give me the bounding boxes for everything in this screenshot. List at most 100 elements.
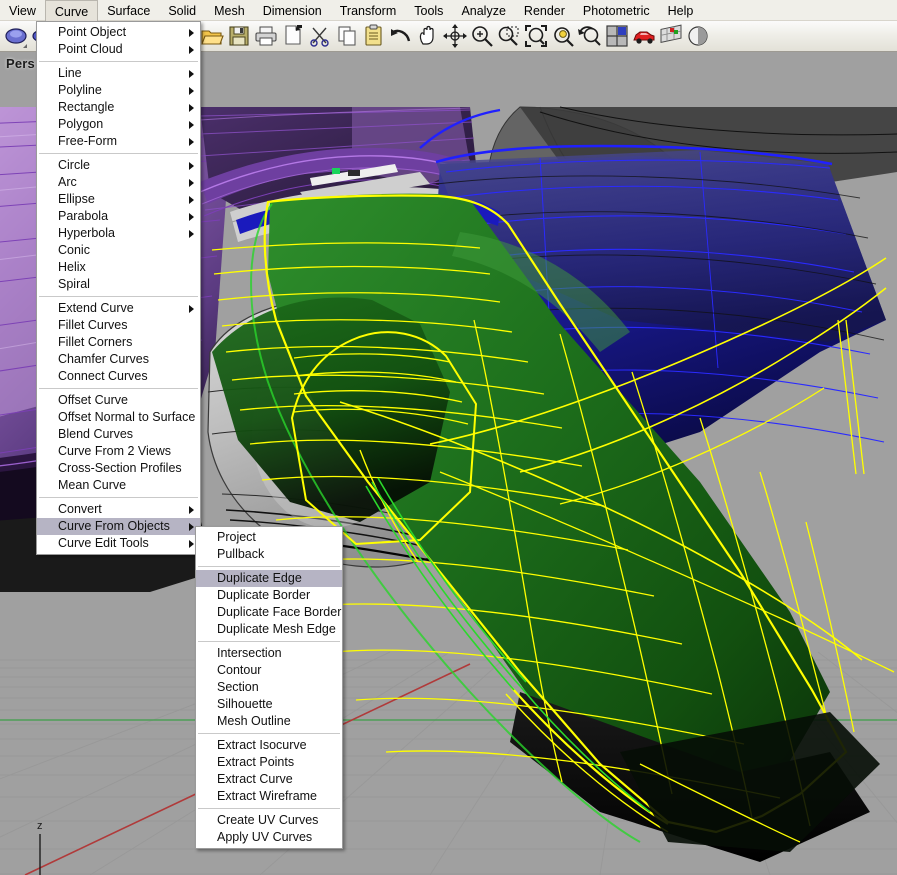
menu-item-free-form[interactable]: Free-Form [37, 133, 200, 150]
axis-label-z: z [37, 820, 43, 832]
menu-item-create-uv-curves[interactable]: Create UV Curves [196, 812, 342, 829]
menu-item-curve-from-objects[interactable]: Curve From Objects [37, 518, 200, 535]
menubar-item-mesh[interactable]: Mesh [205, 0, 254, 21]
menu-item-extract-points[interactable]: Extract Points [196, 754, 342, 771]
menu-item-apply-uv-curves[interactable]: Apply UV Curves [196, 829, 342, 846]
menubar-item-analyze[interactable]: Analyze [452, 0, 514, 21]
toolbar-undo-arrow-icon[interactable] [387, 23, 414, 50]
toolbar-print-icon[interactable] [252, 23, 279, 50]
submenu-arrow-icon [189, 539, 194, 548]
menu-item-arc[interactable]: Arc [37, 174, 200, 191]
menu-item-helix[interactable]: Helix [37, 259, 200, 276]
toolbar-zoom-in-icon[interactable] [468, 23, 495, 50]
submenu-arrow-icon [189, 505, 194, 514]
menu-item-spiral[interactable]: Spiral [37, 276, 200, 293]
menu-item-duplicate-border[interactable]: Duplicate Border [196, 587, 342, 604]
toolbar-zoom-selected-icon[interactable] [549, 23, 576, 50]
menu-item-label: Curve Edit Tools [58, 536, 149, 550]
menu-item-extract-isocurve[interactable]: Extract Isocurve [196, 737, 342, 754]
menu-item-line[interactable]: Line [37, 65, 200, 82]
menu-item-label: Connect Curves [58, 369, 148, 383]
menu-item-extract-curve[interactable]: Extract Curve [196, 771, 342, 788]
toolbar-zoom-extents-icon[interactable] [522, 23, 549, 50]
menu-item-curve-from-2-views[interactable]: Curve From 2 Views [37, 443, 200, 460]
menu-item-curve-edit-tools[interactable]: Curve Edit Tools [37, 535, 200, 552]
menu-item-fillet-curves[interactable]: Fillet Curves [37, 317, 200, 334]
menubar-item-surface[interactable]: Surface [98, 0, 159, 21]
menubar-item-render[interactable]: Render [515, 0, 574, 21]
toolbar-pan-hand-icon[interactable] [414, 23, 441, 50]
toolbar-paste-clipboard-icon[interactable] [360, 23, 387, 50]
menu-item-mean-curve[interactable]: Mean Curve [37, 477, 200, 494]
toolbar-open-folder-icon[interactable] [198, 23, 225, 50]
toolbar-print-preview-icon[interactable] [279, 23, 306, 50]
save-disk-icon [228, 26, 249, 46]
menu-item-ellipse[interactable]: Ellipse [37, 191, 200, 208]
menu-item-offset-curve[interactable]: Offset Curve [37, 392, 200, 409]
toolbar-zoom-previous-icon[interactable] [576, 23, 603, 50]
toolbar-copy-icon[interactable] [333, 23, 360, 50]
toolbar-ellipsoid-icon[interactable] [2, 23, 29, 50]
submenu-arrow-icon [189, 212, 194, 221]
menubar-item-photometric[interactable]: Photometric [574, 0, 659, 21]
zoom-in-icon [471, 26, 493, 47]
toolbar-rotate-view-icon[interactable] [441, 23, 468, 50]
zoom-previous-icon [577, 26, 601, 46]
menu-bar: View Curve Surface Solid Mesh Dimension Transf… [0, 0, 897, 21]
menubar-item-tools[interactable]: Tools [405, 0, 452, 21]
menu-item-circle[interactable]: Circle [37, 157, 200, 174]
undo-arrow-icon [390, 29, 410, 42]
menu-item-connect-curves[interactable]: Connect Curves [37, 368, 200, 385]
menu-item-polygon[interactable]: Polygon [37, 116, 200, 133]
menubar-item-view[interactable]: View [0, 0, 45, 21]
menu-item-label: Circle [58, 158, 90, 172]
menu-item-duplicate-mesh-edge[interactable]: Duplicate Mesh Edge [196, 621, 342, 638]
menu-item-point-object[interactable]: Point Object [37, 24, 200, 41]
toolbar-cut-scissors-icon[interactable] [306, 23, 333, 50]
toolbar-four-viewport-icon[interactable] [603, 23, 630, 50]
submenu-arrow-icon [189, 522, 194, 531]
menu-item-silhouette[interactable]: Silhouette [196, 696, 342, 713]
menu-item-contour[interactable]: Contour [196, 662, 342, 679]
menu-item-label: Curve From Objects [58, 519, 170, 533]
menu-item-rectangle[interactable]: Rectangle [37, 99, 200, 116]
menu-item-chamfer-curves[interactable]: Chamfer Curves [37, 351, 200, 368]
menu-item-label: Section [217, 680, 259, 694]
menu-item-parabola[interactable]: Parabola [37, 208, 200, 225]
menu-separator [39, 153, 198, 154]
menu-item-extract-wireframe[interactable]: Extract Wireframe [196, 788, 342, 805]
menu-item-section[interactable]: Section [196, 679, 342, 696]
menu-item-point-cloud[interactable]: Point Cloud [37, 41, 200, 58]
toolbar-render-car-icon[interactable] [630, 23, 657, 50]
menubar-item-curve[interactable]: Curve [44, 0, 99, 21]
toolbar-zoom-window-icon[interactable] [495, 23, 522, 50]
menu-item-polyline[interactable]: Polyline [37, 82, 200, 99]
menu-item-cross-section-profiles[interactable]: Cross-Section Profiles [37, 460, 200, 477]
toolbar-shade-icon[interactable] [684, 23, 711, 50]
menubar-item-solid[interactable]: Solid [159, 0, 205, 21]
menu-item-mesh-outline[interactable]: Mesh Outline [196, 713, 342, 730]
toolbar-save-disk-icon[interactable] [225, 23, 252, 50]
menu-item-extend-curve[interactable]: Extend Curve [37, 300, 200, 317]
toolbar-render-preview-icon[interactable] [657, 23, 684, 50]
menu-item-project[interactable]: Project [196, 529, 342, 546]
menubar-item-help[interactable]: Help [659, 0, 703, 21]
menu-item-offset-normal-to-surface[interactable]: Offset Normal to Surface [37, 409, 200, 426]
menu-item-conic[interactable]: Conic [37, 242, 200, 259]
menu-item-duplicate-face-border[interactable]: Duplicate Face Border [196, 604, 342, 621]
menu-item-pullback[interactable]: Pullback [196, 546, 342, 563]
menu-separator [198, 641, 340, 642]
menu-item-convert[interactable]: Convert [37, 501, 200, 518]
curve-menu[interactable]: Point Object Point Cloud Line Polyline Recta… [36, 21, 201, 555]
menu-item-label: Fillet Corners [58, 335, 133, 349]
menubar-item-dimension[interactable]: Dimension [254, 0, 331, 21]
submenu-arrow-icon [189, 304, 194, 313]
menu-item-hyperbola[interactable]: Hyperbola [37, 225, 200, 242]
menubar-item-transform[interactable]: Transform [331, 0, 406, 21]
curve-from-objects-submenu[interactable]: Project Pullback Duplicate Edge Duplicate B… [195, 526, 343, 849]
menu-item-duplicate-edge[interactable]: Duplicate Edge [196, 570, 342, 587]
menu-item-blend-curves[interactable]: Blend Curves [37, 426, 200, 443]
menu-item-fillet-corners[interactable]: Fillet Corners [37, 334, 200, 351]
menu-item-intersection[interactable]: Intersection [196, 645, 342, 662]
menu-item-label: Extract Points [217, 755, 295, 769]
